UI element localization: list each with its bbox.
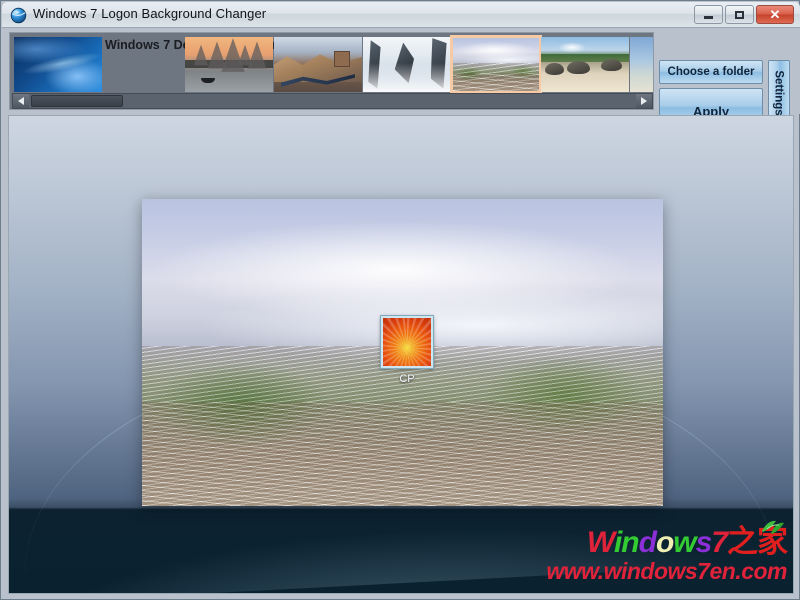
thumbnail-caption: Windows 7 Default wallpaper — [105, 38, 277, 52]
chevron-right-icon — [641, 97, 647, 105]
window-title: Windows 7 Logon Background Changer — [33, 6, 267, 21]
thumbnail-image — [541, 37, 629, 92]
thumbnail-huangshan[interactable] — [363, 37, 451, 92]
watermark-leaf-icon — [762, 520, 784, 534]
watermark-line-2: www.windows7en.com — [546, 558, 787, 584]
thumbnail-image — [453, 38, 539, 91]
site-watermark: Windows7之家 www.windows7en.com — [546, 520, 788, 584]
thumbnail-image — [185, 37, 273, 92]
thumbnail-list[interactable]: Windows 7 Default wallpaper — [12, 35, 653, 94]
maximize-icon — [726, 6, 753, 23]
thumbnail-image — [630, 37, 653, 92]
close-icon: ✕ — [769, 7, 781, 22]
preview-stage: CP Windows7之家 www.windows7en.com — [8, 115, 794, 594]
toolbar: Windows 7 Default wallpaper Choose a fol… — [2, 28, 800, 126]
thumbnail-rice-terrace[interactable] — [450, 35, 542, 94]
title-bar[interactable]: Windows 7 Logon Background Changer ✕ — [2, 2, 800, 28]
watermark-letter: 7 — [711, 526, 728, 559]
chevron-left-icon — [18, 97, 24, 105]
watermark-letter: W — [586, 526, 615, 559]
thumbnail-win7-default[interactable] — [14, 37, 102, 92]
thumbnail-scrollbar[interactable] — [12, 93, 653, 109]
maximize-button[interactable] — [725, 5, 754, 24]
thumbnail-image — [363, 37, 451, 92]
watermark-letter: o — [655, 526, 674, 559]
thumbnail-beach-rocks[interactable] — [541, 37, 629, 92]
settings-button-label: Settings — [773, 70, 785, 116]
close-button[interactable]: ✕ — [756, 5, 794, 24]
scroll-left-button[interactable] — [13, 94, 29, 108]
user-name-label: CP — [399, 373, 415, 385]
logon-preview[interactable]: CP — [142, 199, 663, 506]
thumbnail-partial-next[interactable] — [630, 37, 653, 92]
thumbnail-great-wall[interactable] — [274, 37, 362, 92]
scrollbar-thumb[interactable] — [31, 95, 123, 107]
app-globe-icon — [10, 7, 27, 24]
thumbnail-strip-panel: Windows 7 Default wallpaper — [9, 32, 654, 110]
avatar[interactable] — [380, 315, 434, 369]
minimize-icon — [695, 6, 722, 23]
minimize-button[interactable] — [694, 5, 723, 24]
watermark-line-1: Windows7之家 — [546, 520, 788, 559]
choose-folder-button[interactable]: Choose a folder — [659, 60, 763, 84]
thumbnail-image — [274, 37, 362, 92]
watermark-letter: d — [638, 526, 657, 559]
watermark-letter: w — [673, 526, 696, 559]
watermark-letter: n — [621, 526, 639, 559]
app-window: Windows 7 Logon Background Changer ✕ Win… — [0, 0, 800, 600]
thumbnail-image — [14, 37, 102, 92]
thumbnail-guilin-river[interactable] — [185, 37, 273, 92]
watermark-letter: s — [695, 526, 713, 559]
scroll-right-button[interactable] — [636, 94, 652, 108]
